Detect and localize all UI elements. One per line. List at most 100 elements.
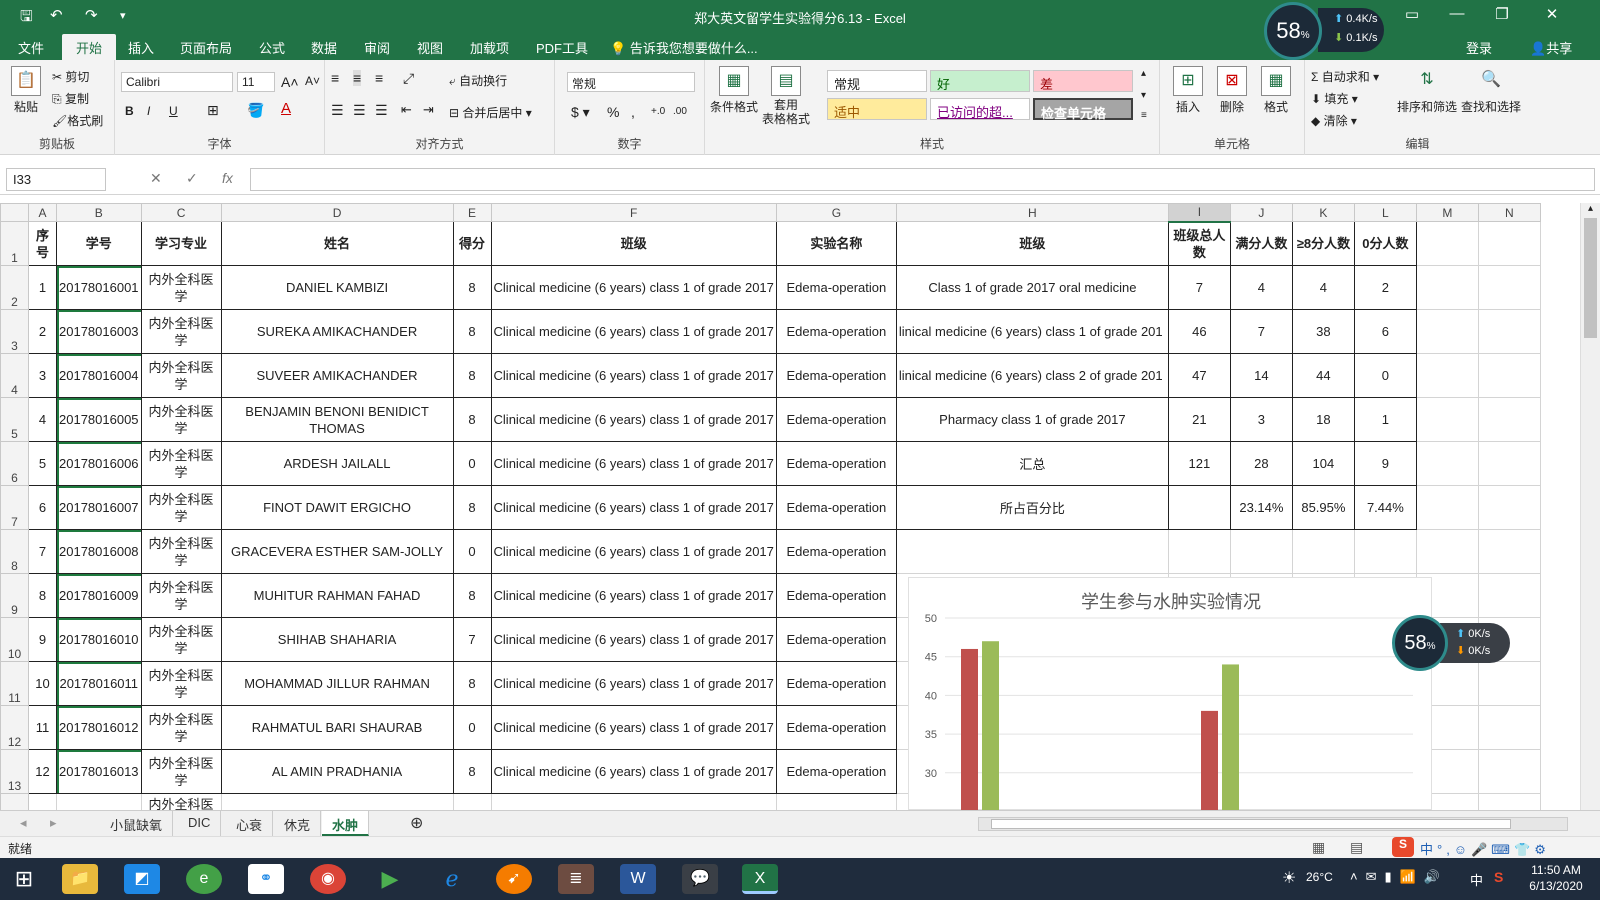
fill-button[interactable]: ⬇ 填充 ▾ <box>1311 90 1358 107</box>
cell-score[interactable]: 8 <box>452 661 492 706</box>
summary-cell-i[interactable]: 46 <box>1167 309 1231 354</box>
format-cells-button[interactable]: ▦ 格式 <box>1256 66 1296 115</box>
menu-pdf[interactable]: PDF工具 <box>536 38 588 57</box>
cell-major[interactable]: 内外全科医学 <box>140 265 222 310</box>
sheet-tab-hypoxia[interactable]: 小鼠缺氧 <box>100 811 174 836</box>
underline-button[interactable]: U <box>169 104 178 118</box>
summary-cell-h[interactable]: linical medicine (6 years) class 2 of gr… <box>895 353 1169 398</box>
cell-exp[interactable]: Edema-operation <box>775 441 897 486</box>
autosum-button[interactable]: Σ 自动求和 ▾ <box>1311 68 1379 85</box>
cell-name[interactable]: SHIHAB SHAHARIA <box>220 617 454 662</box>
menu-addins[interactable]: 加载项 <box>470 38 509 57</box>
cell[interactable] <box>220 793 454 810</box>
file-explorer-icon[interactable]: 📁 <box>62 864 98 894</box>
app-icon-8[interactable]: ➹ <box>496 864 532 894</box>
cell[interactable] <box>1477 749 1541 794</box>
cell-id[interactable]: 20178016003 <box>56 309 142 354</box>
menu-page-layout[interactable]: 页面布局 <box>180 38 232 57</box>
shrink-font-icon[interactable]: A˅ <box>305 74 320 88</box>
row-header[interactable]: 8 <box>0 529 29 574</box>
summary-cell-l[interactable]: 2 <box>1353 265 1417 310</box>
next-sheet-icon[interactable]: ▸ <box>40 811 67 836</box>
cell-n[interactable]: 5 <box>28 441 57 486</box>
menu-formulas[interactable]: 公式 <box>259 38 285 57</box>
minimize-icon[interactable]: — <box>1435 5 1479 22</box>
increase-decimal-icon[interactable]: +.0 <box>651 106 665 117</box>
conditional-format-button[interactable]: ▦ 条件格式 <box>709 66 759 115</box>
column-header[interactable]: K <box>1291 203 1355 222</box>
styles-scroll-up-icon[interactable]: ▴ <box>1141 68 1146 79</box>
summary-cell-i[interactable] <box>1167 485 1231 530</box>
page-layout-view-icon[interactable]: ▤ <box>1350 839 1363 856</box>
cell-id[interactable]: 20178016008 <box>56 529 142 574</box>
cell-class[interactable]: Clinical medicine (6 years) class 1 of g… <box>490 441 777 486</box>
column-header[interactable]: H <box>895 203 1169 222</box>
ie-icon[interactable]: ℯ <box>434 864 470 894</box>
menu-data[interactable]: 数据 <box>311 38 337 57</box>
cell-exp[interactable]: Edema-operation <box>775 485 897 530</box>
network-monitor-widget[interactable]: 58% <box>1264 2 1322 60</box>
header-cell[interactable]: ≥8分人数 <box>1291 221 1355 266</box>
merge-center-button[interactable]: ⊟ 合并后居中 ▾ <box>449 104 532 121</box>
share-button[interactable]: 👤共享 <box>1530 38 1572 57</box>
sheet-tab-edema[interactable]: 水肿 <box>322 811 370 836</box>
cell-id[interactable]: 20178016013 <box>56 749 142 794</box>
cell-major[interactable]: 内外全科医学 <box>140 529 222 574</box>
cell[interactable] <box>1353 529 1417 574</box>
summary-cell-j[interactable]: 14 <box>1229 353 1293 398</box>
fill-color-icon[interactable]: 🪣 <box>247 102 264 119</box>
sheet-tab-shock[interactable]: 休克 <box>274 811 322 836</box>
header-cell[interactable]: 实验名称 <box>775 221 897 266</box>
cell[interactable] <box>1167 529 1231 574</box>
tell-me-box[interactable]: 💡 告诉我您想要做什么... <box>610 38 758 57</box>
summary-cell-k[interactable]: 38 <box>1291 309 1355 354</box>
cell[interactable] <box>1477 529 1541 574</box>
cell-class[interactable]: Clinical medicine (6 years) class 1 of g… <box>490 309 777 354</box>
cell-major[interactable]: 内外全科医学 <box>140 353 222 398</box>
menu-file[interactable]: 文件 <box>18 38 44 57</box>
media-player-icon[interactable]: ▶ <box>372 864 408 894</box>
browser-360-icon[interactable]: e <box>186 864 222 894</box>
row-header[interactable]: 9 <box>0 573 29 618</box>
chart-bar[interactable] <box>961 648 978 810</box>
network-monitor-widget-2[interactable]: 58% <box>1392 615 1448 671</box>
menu-insert[interactable]: 插入 <box>128 38 154 57</box>
align-left-icon[interactable]: ☰ <box>331 102 344 119</box>
font-name-select[interactable]: Calibri <box>121 72 233 92</box>
column-header[interactable]: B <box>56 203 142 222</box>
cell[interactable] <box>1415 485 1479 530</box>
cell-exp[interactable]: Edema-operation <box>775 705 897 750</box>
ribbon-display-icon[interactable]: ▭ <box>1390 5 1434 23</box>
cell-score[interactable]: 8 <box>452 485 492 530</box>
cell-major[interactable]: 内外全科医学 <box>140 705 222 750</box>
app-icon-2[interactable]: ◩ <box>124 864 160 894</box>
summary-cell-i[interactable]: 7 <box>1167 265 1231 310</box>
column-header[interactable]: G <box>775 203 897 222</box>
cell-name[interactable]: RAHMATUL BARI SHAURAB <box>220 705 454 750</box>
clear-button[interactable]: ◆ 清除 ▾ <box>1311 112 1357 129</box>
cell-major[interactable]: 内外全科医学 <box>140 441 222 486</box>
cell[interactable] <box>1415 309 1479 354</box>
summary-cell-h[interactable]: 所占百分比 <box>895 485 1169 530</box>
sheet-tab-dic[interactable]: DIC <box>178 811 222 836</box>
column-header[interactable]: L <box>1353 203 1417 222</box>
header-cell[interactable]: 满分人数 <box>1229 221 1293 266</box>
h-scroll-thumb[interactable] <box>991 819 1511 829</box>
font-size-select[interactable]: 11 <box>237 72 275 92</box>
header-cell[interactable]: 班级总人数 <box>1167 221 1231 266</box>
cell-major[interactable]: 内外全科医学 <box>140 309 222 354</box>
cell-class[interactable]: Clinical medicine (6 years) class 1 of g… <box>490 397 777 442</box>
vertical-scrollbar[interactable]: ▴ <box>1580 203 1600 810</box>
row-header[interactable]: 4 <box>0 353 29 398</box>
style-visited-hyperlink[interactable]: 已访问的超... <box>930 98 1030 120</box>
cell[interactable] <box>1477 309 1541 354</box>
cell-major[interactable]: 内外全科医学 <box>140 749 222 794</box>
cell[interactable] <box>1415 397 1479 442</box>
cell-score[interactable]: 8 <box>452 749 492 794</box>
row-header[interactable]: 13 <box>0 749 29 794</box>
cell-exp[interactable]: Edema-operation <box>775 617 897 662</box>
word-icon[interactable]: W <box>620 864 656 894</box>
cell-id[interactable]: 20178016007 <box>56 485 142 530</box>
increase-indent-icon[interactable]: ⇥ <box>423 102 434 118</box>
cell-class[interactable]: Clinical medicine (6 years) class 1 of g… <box>490 529 777 574</box>
